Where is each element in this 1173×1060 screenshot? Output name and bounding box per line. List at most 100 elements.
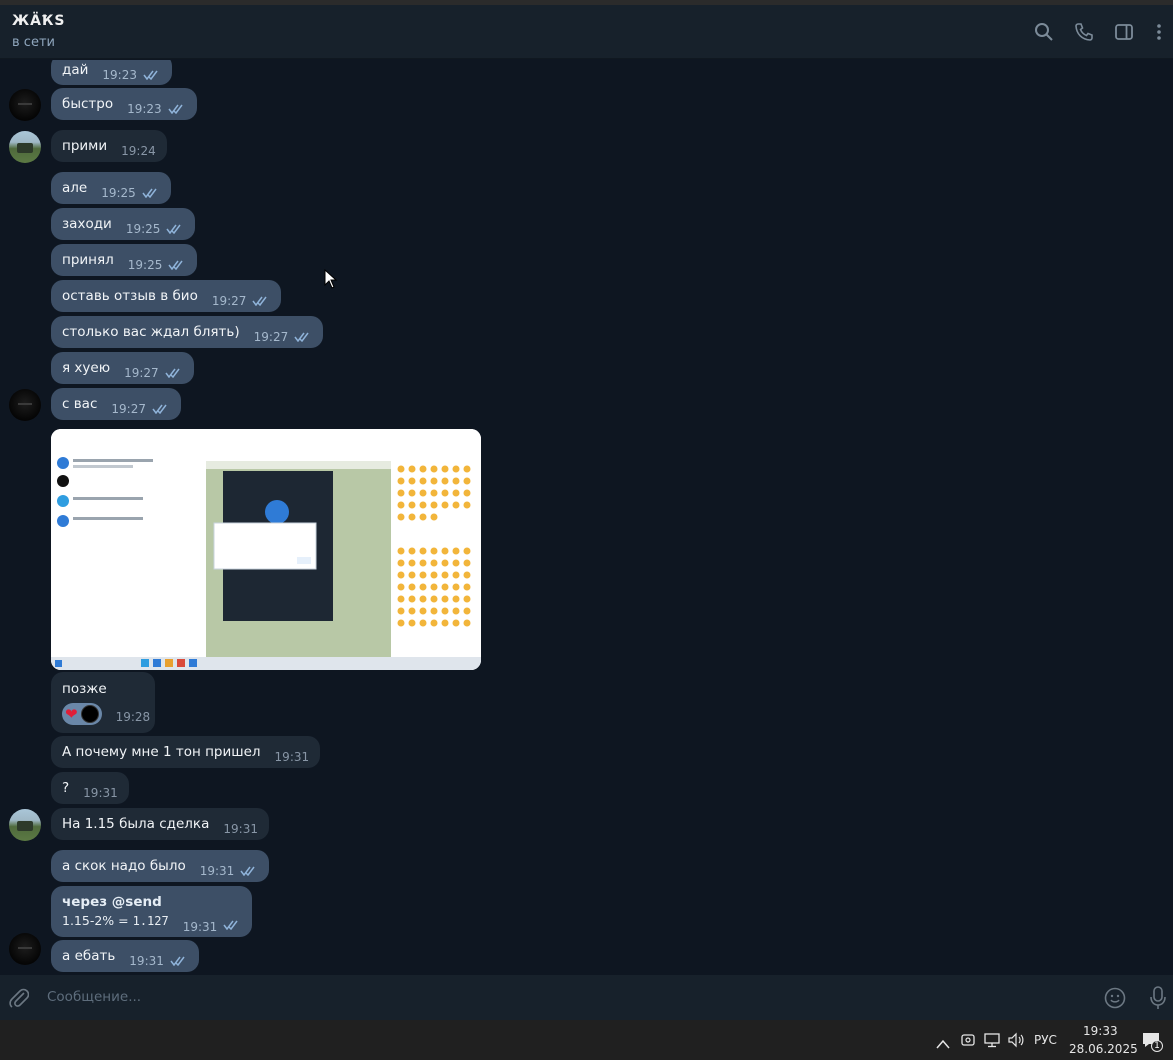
sender-avatar[interactable]: [9, 933, 41, 965]
message-bubble[interactable]: А почему мне 1 тон пришел 19:31: [51, 736, 321, 768]
formula-text: 1.15-2% =: [62, 913, 133, 928]
message-bubble[interactable]: На 1.15 была сделка 19:31: [51, 808, 269, 840]
message-text: але: [62, 180, 88, 196]
taskbar-date[interactable]: 28.06.2025: [1069, 1042, 1138, 1056]
taskbar-clock[interactable]: 19:33: [1083, 1024, 1118, 1038]
reactor-avatar: [80, 704, 99, 723]
message-time: 19:31: [199, 864, 235, 878]
attach-icon[interactable]: [9, 987, 30, 1013]
message-text: столько вас ждал блять): [62, 324, 240, 340]
message-time: 19:27: [253, 330, 289, 344]
message-bubble[interactable]: а скок надо было 19:31: [51, 850, 270, 882]
more-menu-icon[interactable]: [1148, 21, 1170, 43]
online-status: в сети: [12, 35, 55, 50]
read-ticks-icon: [223, 920, 238, 930]
attached-screenshot-image: [51, 429, 481, 670]
read-ticks-icon: [143, 70, 158, 80]
read-ticks-icon: [168, 104, 183, 114]
message-bubble[interactable]: дай 19:23: [51, 60, 172, 85]
message-time: 19:27: [111, 402, 146, 416]
message-text: я хуею: [62, 360, 111, 376]
sender-avatar[interactable]: [9, 131, 41, 163]
message-text: а скок надо было: [62, 858, 186, 874]
message-bubble[interactable]: але 19:25: [51, 172, 171, 204]
heart-icon: ❤: [65, 704, 78, 723]
message-text: прими: [62, 138, 108, 154]
message-time: 19:28: [115, 709, 151, 724]
message-time: 19:27: [211, 294, 247, 308]
message-text: А почему мне 1 тон пришел: [62, 744, 261, 760]
formula-result: 1.127: [132, 914, 169, 928]
message-time: 19:31: [182, 920, 218, 934]
sender-avatar[interactable]: [9, 89, 41, 121]
message-text-block: через @send 1.15-2% = 1.127: [62, 894, 169, 928]
message-text: с вас: [62, 396, 98, 412]
read-ticks-icon: [165, 368, 180, 378]
sender-avatar[interactable]: [9, 809, 41, 841]
message-text: На 1.15 была сделка: [62, 816, 210, 832]
message-bubble[interactable]: заходи 19:25: [51, 208, 196, 240]
message-time: 19:24: [121, 144, 156, 158]
message-text-line1: через @send: [62, 894, 162, 910]
keyboard-language[interactable]: РУС: [1034, 1033, 1057, 1047]
message-text: позже: [62, 680, 107, 697]
emoji-icon[interactable]: [1104, 987, 1126, 1013]
phone-icon[interactable]: [1073, 21, 1095, 43]
network-icon[interactable]: [984, 1032, 1000, 1052]
read-ticks-icon: [294, 332, 309, 342]
message-time: 19:31: [83, 786, 118, 800]
read-ticks-icon: [252, 296, 268, 306]
image-attachment[interactable]: [51, 429, 481, 670]
message-time: 19:25: [125, 222, 161, 236]
message-bubble[interactable]: столько вас ждал блять) 19:27: [51, 316, 324, 348]
meet-now-icon[interactable]: [960, 1032, 976, 1052]
read-ticks-icon: [168, 260, 183, 270]
sidebar-toggle-icon[interactable]: [1113, 21, 1135, 43]
message-time: 19:23: [127, 102, 162, 116]
mouse-cursor-icon: [324, 268, 338, 293]
message-text: заходи: [62, 216, 112, 232]
message-input[interactable]: Сообщение...: [47, 989, 141, 1005]
read-ticks-icon: [240, 866, 255, 876]
message-bubble[interactable]: с вас 19:27: [51, 388, 181, 420]
message-text-line2: 1.15-2% = 1.127: [62, 913, 169, 928]
sender-avatar[interactable]: [9, 389, 41, 421]
microphone-icon[interactable]: [1149, 986, 1167, 1014]
message-text: а ебать: [62, 948, 116, 964]
message-time: 19:27: [124, 366, 159, 380]
message-bubble[interactable]: а ебать 19:31: [51, 940, 199, 972]
read-ticks-icon: [170, 956, 185, 966]
message-bubble[interactable]: через @send 1.15-2% = 1.127 19:31: [51, 886, 253, 937]
message-text: дай: [62, 61, 89, 78]
message-time: 19:31: [274, 750, 310, 764]
message-composer: Сообщение...: [0, 975, 1173, 1020]
message-bubble[interactable]: быстро 19:23: [51, 88, 197, 120]
notification-count-badge: 1: [1151, 1040, 1163, 1052]
message-bubble[interactable]: принял 19:25: [51, 244, 198, 276]
message-time: 19:25: [101, 186, 136, 200]
message-time: 19:25: [127, 258, 163, 272]
message-bubble[interactable]: ? 19:31: [51, 772, 129, 804]
message-time: 19:31: [129, 954, 164, 968]
read-ticks-icon: [142, 188, 157, 198]
message-time: 19:23: [102, 67, 137, 82]
read-ticks-icon: [152, 404, 167, 414]
reaction-badge[interactable]: ❤: [62, 702, 102, 725]
message-text: ?: [62, 780, 70, 796]
message-bubble[interactable]: я хуею 19:27: [51, 352, 194, 384]
chat-header: ЖÄҞS в сети: [0, 5, 1173, 59]
message-bubble[interactable]: оставь отзыв в био 19:27: [51, 280, 282, 312]
message-list[interactable]: дай 19:23 быстро 19:23 прими 19:24 але 1…: [0, 60, 1173, 975]
volume-icon[interactable]: [1007, 1032, 1025, 1052]
tray-expand-icon[interactable]: [936, 1034, 950, 1053]
message-footer: ❤ 19:28: [62, 702, 151, 725]
windows-taskbar: РУС 19:33 28.06.2025 1: [0, 1020, 1173, 1060]
read-ticks-icon: [166, 224, 182, 234]
search-icon[interactable]: [1033, 21, 1055, 43]
chat-title[interactable]: ЖÄҞS: [12, 13, 66, 29]
message-time: 19:31: [223, 822, 258, 836]
message-text: быстро: [62, 96, 114, 112]
message-bubble[interactable]: позже ❤ 19:28: [51, 672, 155, 733]
message-text: принял: [62, 252, 114, 268]
message-bubble[interactable]: прими 19:24: [51, 130, 167, 162]
